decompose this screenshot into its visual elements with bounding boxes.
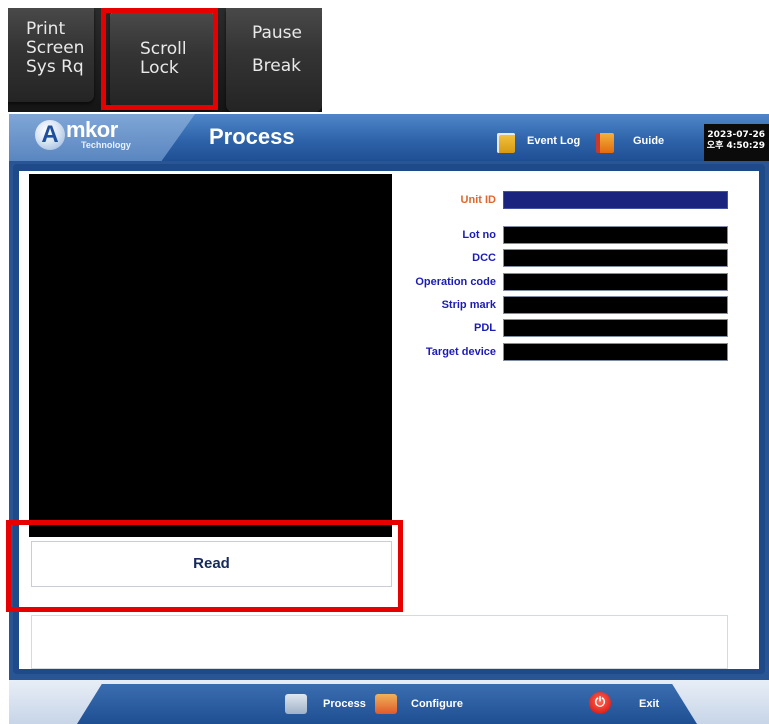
field-label-unit-id: Unit ID <box>460 194 496 206</box>
dcc-field[interactable] <box>503 249 728 267</box>
clock-time: 오후 4:50:29 <box>706 141 765 151</box>
strip-mark-field[interactable] <box>503 296 728 314</box>
pause-break-key-line-2: Break <box>252 56 301 76</box>
logo-area: A mkor Technology <box>9 114 195 161</box>
app-header: A mkor Technology Process Event Log Guid… <box>9 114 769 161</box>
event-log-icon[interactable] <box>497 133 515 153</box>
guide-button[interactable]: Guide <box>633 130 664 152</box>
configure-nav-button[interactable]: Configure <box>411 697 463 711</box>
pause-break-key-line-1: Pause <box>252 23 302 43</box>
logo-wordmark: mkor <box>66 117 118 142</box>
scroll-lock-highlight <box>101 8 218 110</box>
clock-display: 2023-07-26 오후 4:50:29 <box>704 124 769 161</box>
field-label-strip-mark: Strip mark <box>441 299 496 311</box>
lot-no-field[interactable] <box>503 226 728 244</box>
app-footer: Process Configure ⏻ Exit <box>9 680 769 724</box>
field-label-pdl: PDL <box>474 322 496 334</box>
amkor-logo-icon: A <box>35 120 65 150</box>
logo-subtitle: Technology <box>81 140 131 150</box>
print-screen-key-line-3: Sys Rq <box>26 57 84 77</box>
pause-break-key: Pause Break <box>226 8 322 112</box>
message-box <box>31 615 728 669</box>
print-screen-key-line-2: Screen <box>26 38 85 58</box>
field-label-dcc: DCC <box>472 252 496 264</box>
configure-icon[interactable] <box>375 694 397 714</box>
field-label-lot-no: Lot no <box>462 229 496 241</box>
exit-button[interactable]: Exit <box>639 697 659 711</box>
camera-view <box>29 174 392 537</box>
event-log-button[interactable]: Event Log <box>527 130 580 152</box>
unit-id-field[interactable] <box>503 191 728 209</box>
print-screen-key: Print Screen Sys Rq <box>8 8 94 102</box>
target-device-field[interactable] <box>503 343 728 361</box>
process-nav-button[interactable]: Process <box>323 697 366 711</box>
clock-date: 2023-07-26 <box>707 130 765 140</box>
pause-break-key-gap <box>252 43 314 57</box>
power-icon[interactable]: ⏻ <box>589 692 611 714</box>
field-label-operation-code: Operation code <box>415 276 496 288</box>
guide-icon[interactable] <box>596 133 614 153</box>
pdl-field[interactable] <box>503 319 728 337</box>
read-button-highlight <box>6 520 403 612</box>
print-screen-key-line-1: Print <box>26 19 66 39</box>
field-label-target-device: Target device <box>425 346 496 358</box>
process-app-window: A mkor Technology Process Event Log Guid… <box>9 114 769 724</box>
page-title: Process <box>209 124 295 149</box>
process-icon[interactable] <box>285 694 307 714</box>
operation-code-field[interactable] <box>503 273 728 291</box>
